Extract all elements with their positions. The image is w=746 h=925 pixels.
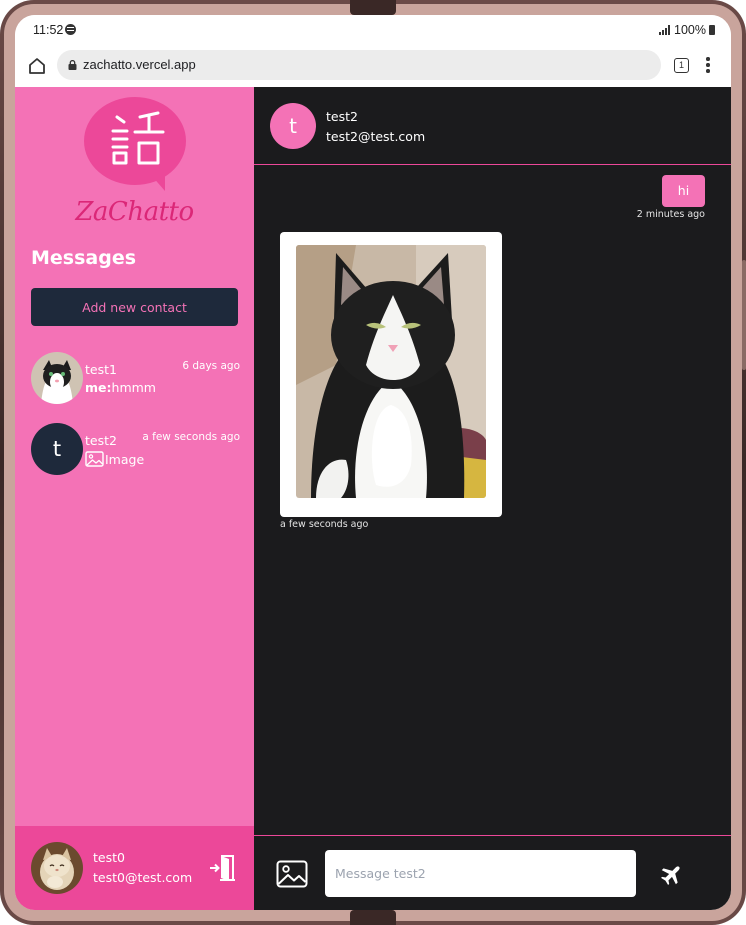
more-menu-icon[interactable] xyxy=(705,57,711,75)
contact-name: test1 xyxy=(85,362,117,377)
battery-icon xyxy=(709,25,715,35)
message-time: a few seconds ago xyxy=(280,519,369,530)
preview-text: Image xyxy=(105,451,145,467)
contact-item[interactable]: t test2 a few seconds ago Image xyxy=(15,423,254,483)
current-user-name: test0 xyxy=(93,850,125,865)
message-time: 2 minutes ago xyxy=(636,209,705,220)
logout-door-icon[interactable] xyxy=(209,854,237,882)
preview-text: hmmm xyxy=(111,380,156,395)
tab-switcher-button[interactable]: 1 xyxy=(674,58,689,73)
signal-icon xyxy=(659,25,671,35)
incoming-image-message[interactable] xyxy=(280,232,502,517)
sidebar: ZaChatto Messages Add new contact test1 … xyxy=(15,87,254,910)
hinge-bottom xyxy=(350,910,396,925)
home-icon[interactable] xyxy=(27,56,47,76)
status-indicators: 100% xyxy=(659,23,715,37)
cat-avatar-image xyxy=(31,352,83,404)
chat-contact-name: test2 xyxy=(326,109,358,124)
side-button xyxy=(742,260,746,370)
contact-time: a few seconds ago xyxy=(142,431,240,443)
current-user-panel: test0 test0@test.com xyxy=(15,826,254,910)
spotify-icon xyxy=(65,24,76,35)
user-avatar-image xyxy=(31,842,83,894)
contact-item[interactable]: test1 6 days ago me: hmmm xyxy=(15,352,254,412)
device-frame: 11:52 100% zachatto.vercel.app 1 ZaChatt… xyxy=(0,0,746,925)
outgoing-message: hi xyxy=(662,175,705,207)
avatar: t xyxy=(31,423,83,475)
app-root: ZaChatto Messages Add new contact test1 … xyxy=(15,87,731,910)
preview-sender: me: xyxy=(85,380,112,395)
chat-contact-email: test2@test.com xyxy=(326,129,426,144)
chat-header: t test2 test2@test.com xyxy=(254,87,731,165)
send-airplane-icon[interactable] xyxy=(659,861,685,887)
contact-name: test2 xyxy=(85,433,117,448)
contact-time: 6 days ago xyxy=(182,360,240,372)
avatar xyxy=(31,352,83,404)
messages-heading: Messages xyxy=(31,247,137,269)
url-text: zachatto.vercel.app xyxy=(83,57,196,72)
chat-bubble-logo-icon xyxy=(84,97,186,191)
lock-icon xyxy=(68,60,77,70)
last-message-preview: me: hmmm xyxy=(85,380,156,395)
browser-toolbar: zachatto.vercel.app 1 xyxy=(15,45,731,87)
image-icon xyxy=(85,451,104,467)
avatar: t xyxy=(270,103,316,149)
screen: 11:52 100% zachatto.vercel.app 1 ZaChatt… xyxy=(15,15,731,910)
hinge-top xyxy=(350,0,396,15)
chat-panel: t test2 test2@test.com hi 2 minutes ago xyxy=(254,87,731,910)
avatar xyxy=(31,842,83,894)
last-message-preview: Image xyxy=(85,451,144,467)
add-contact-button[interactable]: Add new contact xyxy=(31,288,238,326)
status-time: 11:52 xyxy=(33,23,64,37)
current-user-email: test0@test.com xyxy=(93,870,193,885)
message-composer xyxy=(254,835,731,910)
message-image xyxy=(296,245,486,498)
attach-image-icon[interactable] xyxy=(276,860,308,888)
cat-photo xyxy=(296,245,486,498)
status-bar: 11:52 100% xyxy=(15,15,731,45)
battery-percentage: 100% xyxy=(674,23,706,37)
address-bar[interactable]: zachatto.vercel.app xyxy=(57,50,661,80)
logo-text: ZaChatto xyxy=(75,197,194,227)
message-input[interactable] xyxy=(325,850,636,897)
